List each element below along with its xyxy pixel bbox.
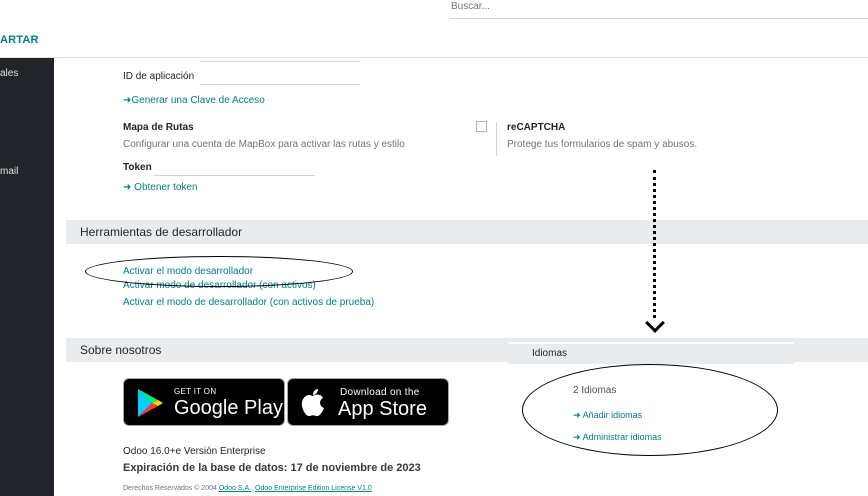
about-title: Sobre nosotros (80, 343, 162, 357)
sidebar-item-email[interactable]: mail (0, 166, 18, 177)
dotted-arrow-line (653, 170, 656, 318)
apple-icon (301, 389, 324, 417)
google-play-icon (138, 389, 163, 417)
sidebar-item-sales[interactable]: ales (0, 68, 18, 79)
license-link[interactable]: Odoo Enterprise Edition License V1.0 (255, 485, 372, 492)
recaptcha-description: Protege tus formularios de spam y abusos… (507, 139, 698, 150)
generate-access-key-link[interactable]: ➜Generar una Clave de Acceso (123, 95, 265, 106)
odoo-sa-link[interactable]: Odoo S.A. (219, 485, 251, 492)
search-input[interactable]: Buscar... (450, 1, 868, 19)
google-play-big-text: Google Play (174, 397, 283, 419)
recaptcha-divider (496, 122, 497, 156)
map-routes-title: Mapa de Rutas (123, 122, 194, 133)
copyright-text: Derechos Reservados © 2004 Odoo S.A., Od… (123, 485, 372, 492)
app-id-input[interactable] (200, 84, 360, 85)
map-routes-description: Configurar una cuenta de MapBox para act… (123, 139, 405, 150)
version-text: Odoo 16.0+e Versión Enterprise (123, 446, 266, 457)
arrow-right-icon: ➜ (123, 182, 132, 193)
app-store-big-text: App Store (338, 398, 427, 420)
developer-tools-title: Herramientas de desarrollador (80, 225, 243, 239)
languages-highlight-oval (522, 364, 778, 456)
recaptcha-checkbox[interactable] (476, 121, 487, 132)
recaptcha-title: reCAPTCHA (507, 122, 566, 133)
app-store-button[interactable]: Download on the App Store (287, 378, 449, 426)
sidebar: ales mail (0, 58, 54, 496)
languages-title: Idiomas (532, 348, 568, 359)
app-store-small-text: Download on the (340, 387, 420, 398)
top-bar: Buscar... ARTAR (0, 0, 868, 58)
app-id-label: ID de aplicación (123, 71, 195, 82)
copyright-prefix: Derechos Reservados © 2004 (123, 485, 219, 492)
developer-tools-section: Herramientas de desarrollador (66, 220, 868, 244)
languages-section: Idiomas (508, 342, 794, 364)
expiration-text: Expiración de la base de datos: 17 de no… (123, 462, 421, 474)
google-play-button[interactable]: GET IT ON Google Play (123, 378, 285, 426)
highlight-oval (85, 256, 353, 287)
discard-button[interactable]: ARTAR (0, 34, 39, 46)
token-label: Token (123, 162, 152, 173)
google-play-small-text: GET IT ON (174, 387, 217, 396)
activate-developer-mode-test-assets-link[interactable]: Activar el modo de desarrollador (con ac… (123, 297, 374, 308)
token-input[interactable] (153, 175, 315, 176)
get-token-link[interactable]: ➜ Obtener token (123, 182, 198, 193)
field-underline (200, 61, 360, 62)
